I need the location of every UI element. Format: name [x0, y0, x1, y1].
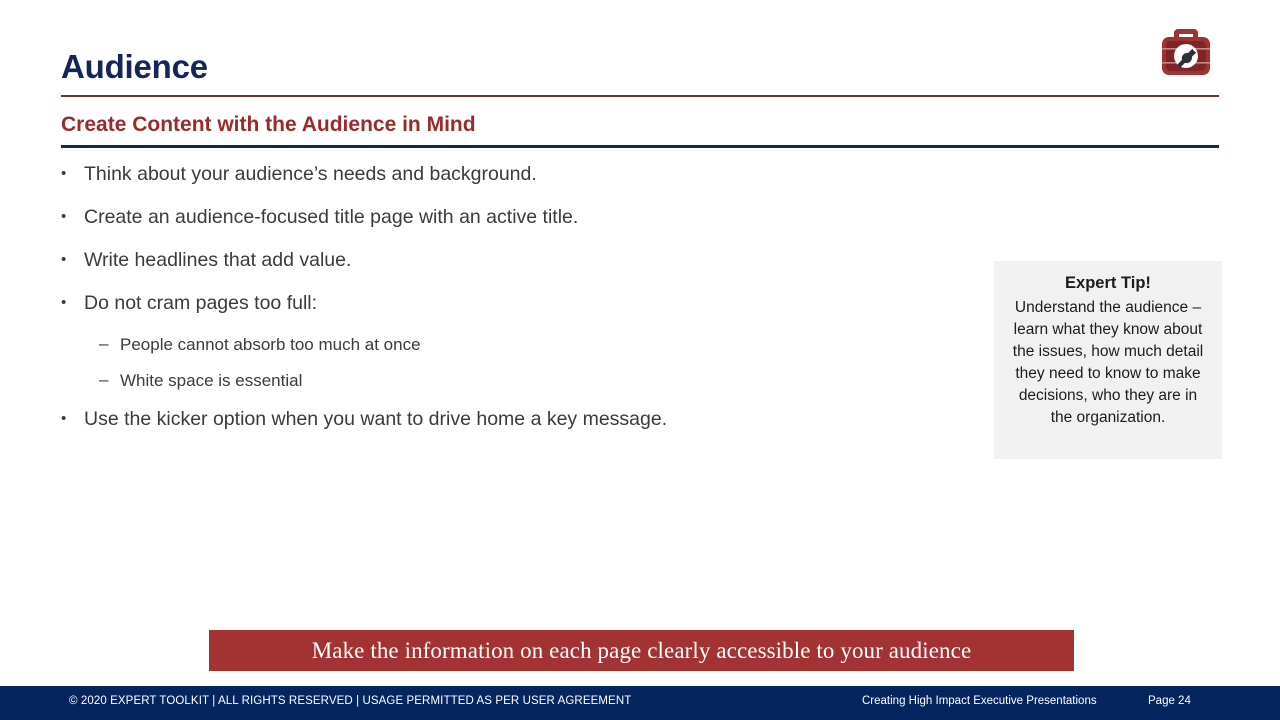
bullet-marker-icon: •	[61, 250, 67, 268]
expert-tip-box: Expert Tip! Understand the audience – le…	[994, 261, 1222, 459]
expert-tip-title: Expert Tip!	[1065, 274, 1151, 292]
bullet-text: Create an audience-focused title page wi…	[84, 205, 579, 228]
subtitle-divider	[61, 145, 1219, 148]
bullet-item: • Think about your audience’s needs and b…	[61, 163, 961, 185]
bullet-text: Use the kicker option when you want to d…	[84, 407, 668, 430]
bullet-item: • Write headlines that add value.	[61, 249, 961, 271]
footer-deck-title: Creating High Impact Executive Presentat…	[862, 695, 1097, 707]
title-divider	[61, 95, 1219, 97]
expert-tip-body: Understand the audience – learn what the…	[1012, 298, 1204, 427]
sub-bullet-item: – People cannot absorb too much at once	[99, 333, 961, 355]
footer-page-number: Page 24	[1148, 695, 1191, 707]
sub-bullet-item: – White space is essential	[99, 371, 961, 391]
bullet-text: People cannot absorb too much at once	[120, 334, 421, 354]
dash-marker-icon: –	[99, 333, 109, 353]
bullet-text: Write headlines that add value.	[84, 248, 352, 271]
bullet-list: • Think about your audience’s needs and b…	[61, 163, 961, 451]
bullet-item: • Use the kicker option when you want to …	[61, 408, 961, 430]
bullet-marker-icon: •	[61, 409, 67, 427]
footer-bar: © 2020 EXPERT TOOLKIT | ALL RIGHTS RESER…	[0, 686, 1280, 720]
page-subtitle: Create Content with the Audience in Mind	[61, 113, 476, 136]
dash-marker-icon: –	[99, 370, 109, 390]
kicker-banner: Make the information on each page clearl…	[209, 630, 1074, 671]
page-title: Audience	[61, 48, 208, 85]
footer-copyright: © 2020 EXPERT TOOLKIT | ALL RIGHTS RESER…	[69, 695, 632, 707]
slide: Audience Create Content with the Audienc…	[0, 0, 1280, 720]
kicker-text: Make the information on each page clearl…	[311, 637, 972, 663]
bullet-marker-icon: •	[61, 207, 67, 225]
expert-toolkit-logo	[1155, 18, 1217, 80]
bullet-text: White space is essential	[120, 371, 303, 391]
bullet-marker-icon: •	[61, 293, 67, 311]
bullet-text: Think about your audience’s needs and ba…	[84, 163, 537, 185]
bullet-item: • Create an audience-focused title page w…	[61, 206, 961, 228]
bullet-marker-icon: •	[61, 165, 67, 182]
bullet-text: Do not cram pages too full:	[84, 291, 318, 314]
bullet-item: • Do not cram pages too full:	[61, 292, 961, 314]
